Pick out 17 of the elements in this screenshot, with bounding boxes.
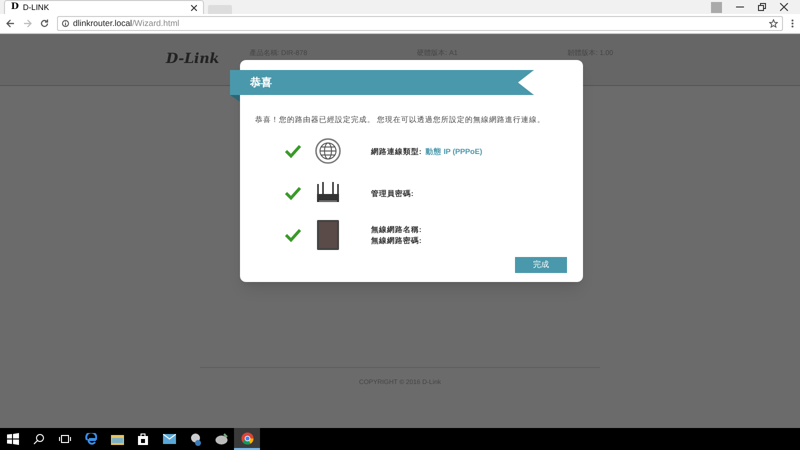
- tablet-icon: [315, 219, 341, 252]
- menu-icon[interactable]: [791, 19, 794, 28]
- browser-tab[interactable]: D D-LINK: [4, 0, 204, 14]
- logo: D-Link: [166, 50, 220, 69]
- star-icon[interactable]: [769, 19, 778, 28]
- restore-icon[interactable]: [758, 3, 766, 11]
- back-icon[interactable]: [6, 19, 15, 28]
- chrome-icon[interactable]: [234, 428, 260, 450]
- dialog-title: 恭喜: [250, 75, 272, 91]
- reload-icon[interactable]: [40, 19, 49, 28]
- globe-icon: [315, 138, 341, 164]
- close-icon[interactable]: [780, 3, 788, 11]
- close-icon[interactable]: [191, 4, 197, 10]
- tab-title: D-LINK: [22, 4, 50, 12]
- tab-favicon: D: [11, 3, 19, 12]
- address-bar[interactable]: dlinkrouter.local/Wizard.html: [57, 16, 783, 31]
- info-icon: [62, 20, 69, 27]
